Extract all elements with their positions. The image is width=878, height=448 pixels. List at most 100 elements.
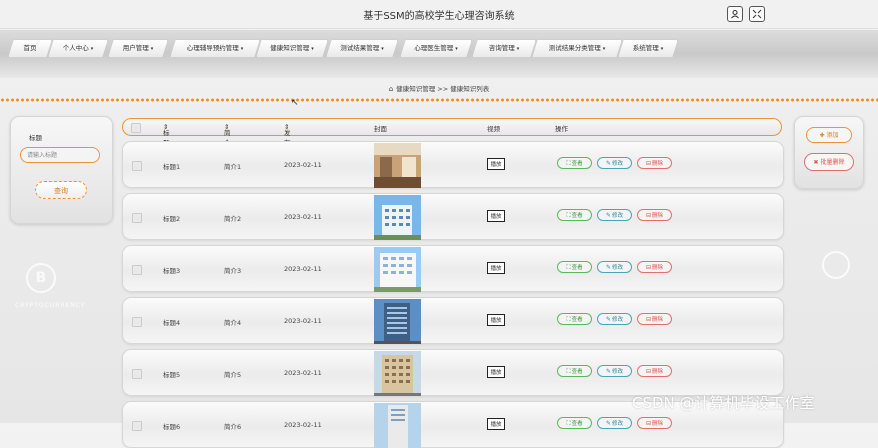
delete-button[interactable]: ⊟删除: [637, 261, 672, 273]
edit-icon: ✎: [605, 212, 611, 219]
divider: [0, 98, 878, 102]
edit-icon: ✎: [605, 420, 611, 427]
row-title: 标题5: [163, 371, 181, 379]
cover-image: [374, 195, 421, 240]
view-button[interactable]: ⛶查看: [557, 417, 592, 429]
breadcrumb: ⌂ 健康知识管理 >> 健康知识列表: [0, 83, 878, 93]
edit-icon: ✎: [605, 160, 611, 167]
nav-item-consultation[interactable]: 咨询管理 ▾: [472, 39, 536, 58]
row-checkbox[interactable]: [132, 369, 142, 379]
play-button[interactable]: 播放: [487, 158, 505, 170]
title-search-input[interactable]: [20, 147, 100, 163]
fullscreen-icon[interactable]: [749, 6, 765, 22]
delete-icon: ⊟: [645, 368, 651, 375]
delete-icon: ⊟: [645, 420, 651, 427]
view-button[interactable]: ⛶查看: [557, 209, 592, 221]
play-button[interactable]: 播放: [487, 418, 505, 430]
delete-button[interactable]: ⊟删除: [637, 313, 672, 325]
row-date: 2023-02-11: [284, 421, 322, 429]
delete-icon: ⊟: [645, 264, 651, 271]
nav-item-counseling-appointment[interactable]: 心理辅导预约管理 ▾: [170, 39, 260, 58]
row-title: 标题3: [163, 267, 181, 275]
row-checkbox[interactable]: [132, 265, 142, 275]
edit-icon: ✎: [605, 316, 611, 323]
view-icon: ⛶: [566, 264, 571, 271]
add-button[interactable]: ✚ 添加: [806, 127, 852, 143]
nav-item-test-category[interactable]: 测试结果分类管理 ▾: [532, 39, 622, 58]
watermark: CSDN @计算机毕设工作室: [632, 394, 815, 412]
play-button[interactable]: 播放: [487, 314, 505, 326]
nav-item-doctor-management[interactable]: 心理医生管理 ▾: [400, 39, 472, 58]
table-row: 标题2 简介2 2023-02-11 播放 ⛶查看 ✎修改 ⊟删除: [122, 193, 784, 240]
nav-item-health-knowledge[interactable]: 健康知识管理 ▾: [256, 39, 328, 58]
mouse-cursor-icon: ↖: [291, 98, 299, 108]
header-ops: 操作: [555, 125, 568, 133]
header-cover: 封面: [374, 125, 387, 133]
row-summary: 简介3: [224, 267, 242, 275]
table-row: 标题3 简介3 2023-02-11 播放 ⛶查看 ✎修改 ⊟删除: [122, 245, 784, 292]
row-checkbox[interactable]: [132, 161, 142, 171]
cover-image: [374, 143, 421, 188]
row-checkbox[interactable]: [132, 213, 142, 223]
nav-item-user-management[interactable]: 用户管理 ▾: [108, 39, 168, 58]
delete-button[interactable]: ⊟删除: [637, 365, 672, 377]
batch-delete-button[interactable]: ✖ 批量删除: [804, 153, 854, 171]
play-button[interactable]: 播放: [487, 262, 505, 274]
view-button[interactable]: ⛶查看: [557, 261, 592, 273]
window-title: 基于SSM的高校学生心理咨询系统: [363, 11, 515, 22]
table-row: 标题4 简介4 2023-02-11 播放 ⛶查看 ✎修改 ⊟删除: [122, 297, 784, 344]
search-label: 标题: [29, 134, 42, 142]
nav-item-system[interactable]: 系统管理 ▾: [618, 39, 678, 58]
delete-button[interactable]: ⊟删除: [637, 209, 672, 221]
bitcoin-icon: B: [26, 263, 56, 293]
nav-item-personal-center[interactable]: 个人中心 ▾: [48, 39, 108, 58]
view-icon: ⛶: [566, 316, 571, 323]
user-icon[interactable]: [727, 6, 743, 22]
delete-icon: ⊟: [645, 316, 651, 323]
row-summary: 简介4: [224, 319, 242, 327]
query-button[interactable]: 查询: [35, 181, 87, 199]
row-summary: 简介1: [224, 163, 242, 171]
row-date: 2023-02-11: [284, 369, 322, 377]
main-nav: 首页 个人中心 ▾ 用户管理 ▾ 心理辅导预约管理 ▾ 健康知识管理 ▾ 测试结果管理 ▾…: [0, 30, 878, 78]
search-panel: 标题 查询: [10, 116, 113, 224]
table-header: 标题⇕ 简介⇕ 发布时间⇕ 封面 视频 操作: [122, 118, 782, 167]
delete-icon: ⊟: [645, 160, 651, 167]
header-summary[interactable]: 简介⇕: [224, 123, 231, 147]
play-button[interactable]: 播放: [487, 366, 505, 378]
view-button[interactable]: ⛶查看: [557, 157, 592, 169]
lock-icon: [822, 251, 850, 279]
header-video: 视频: [487, 125, 500, 133]
nav-item-test-results[interactable]: 测试结果管理 ▾: [326, 39, 398, 58]
delete-button[interactable]: ⊟删除: [637, 417, 672, 429]
view-button[interactable]: ⛶查看: [557, 365, 592, 377]
edit-button[interactable]: ✎修改: [597, 157, 632, 169]
delete-button[interactable]: ⊟删除: [637, 157, 672, 169]
decor-text: CRYPTOCURRENCY: [15, 302, 86, 309]
cover-image: [374, 403, 421, 448]
row-date: 2023-02-11: [284, 317, 322, 325]
cover-image: [374, 247, 421, 292]
breadcrumb-text: 健康知识管理 >> 健康知识列表: [396, 85, 490, 93]
delete-icon: ⊟: [645, 212, 651, 219]
edit-button[interactable]: ✎修改: [597, 313, 632, 325]
row-title: 标题1: [163, 163, 181, 171]
home-icon[interactable]: ⌂: [389, 85, 393, 93]
edit-button[interactable]: ✎修改: [597, 365, 632, 377]
edit-button[interactable]: ✎修改: [597, 417, 632, 429]
nav-item-home[interactable]: 首页: [8, 39, 52, 58]
play-button[interactable]: 播放: [487, 210, 505, 222]
select-all-checkbox[interactable]: [131, 123, 141, 133]
edit-button[interactable]: ✎修改: [597, 261, 632, 273]
edit-button[interactable]: ✎修改: [597, 209, 632, 221]
view-icon: ⛶: [566, 212, 571, 219]
cover-image: [374, 299, 421, 344]
row-checkbox[interactable]: [132, 317, 142, 327]
view-icon: ⛶: [566, 420, 571, 427]
header-title[interactable]: 标题⇕: [163, 123, 170, 147]
view-button[interactable]: ⛶查看: [557, 313, 592, 325]
header-publish-time[interactable]: 发布时间⇕: [284, 123, 291, 167]
row-date: 2023-02-11: [284, 265, 322, 273]
cover-image: [374, 351, 421, 396]
view-icon: ⛶: [566, 368, 571, 375]
